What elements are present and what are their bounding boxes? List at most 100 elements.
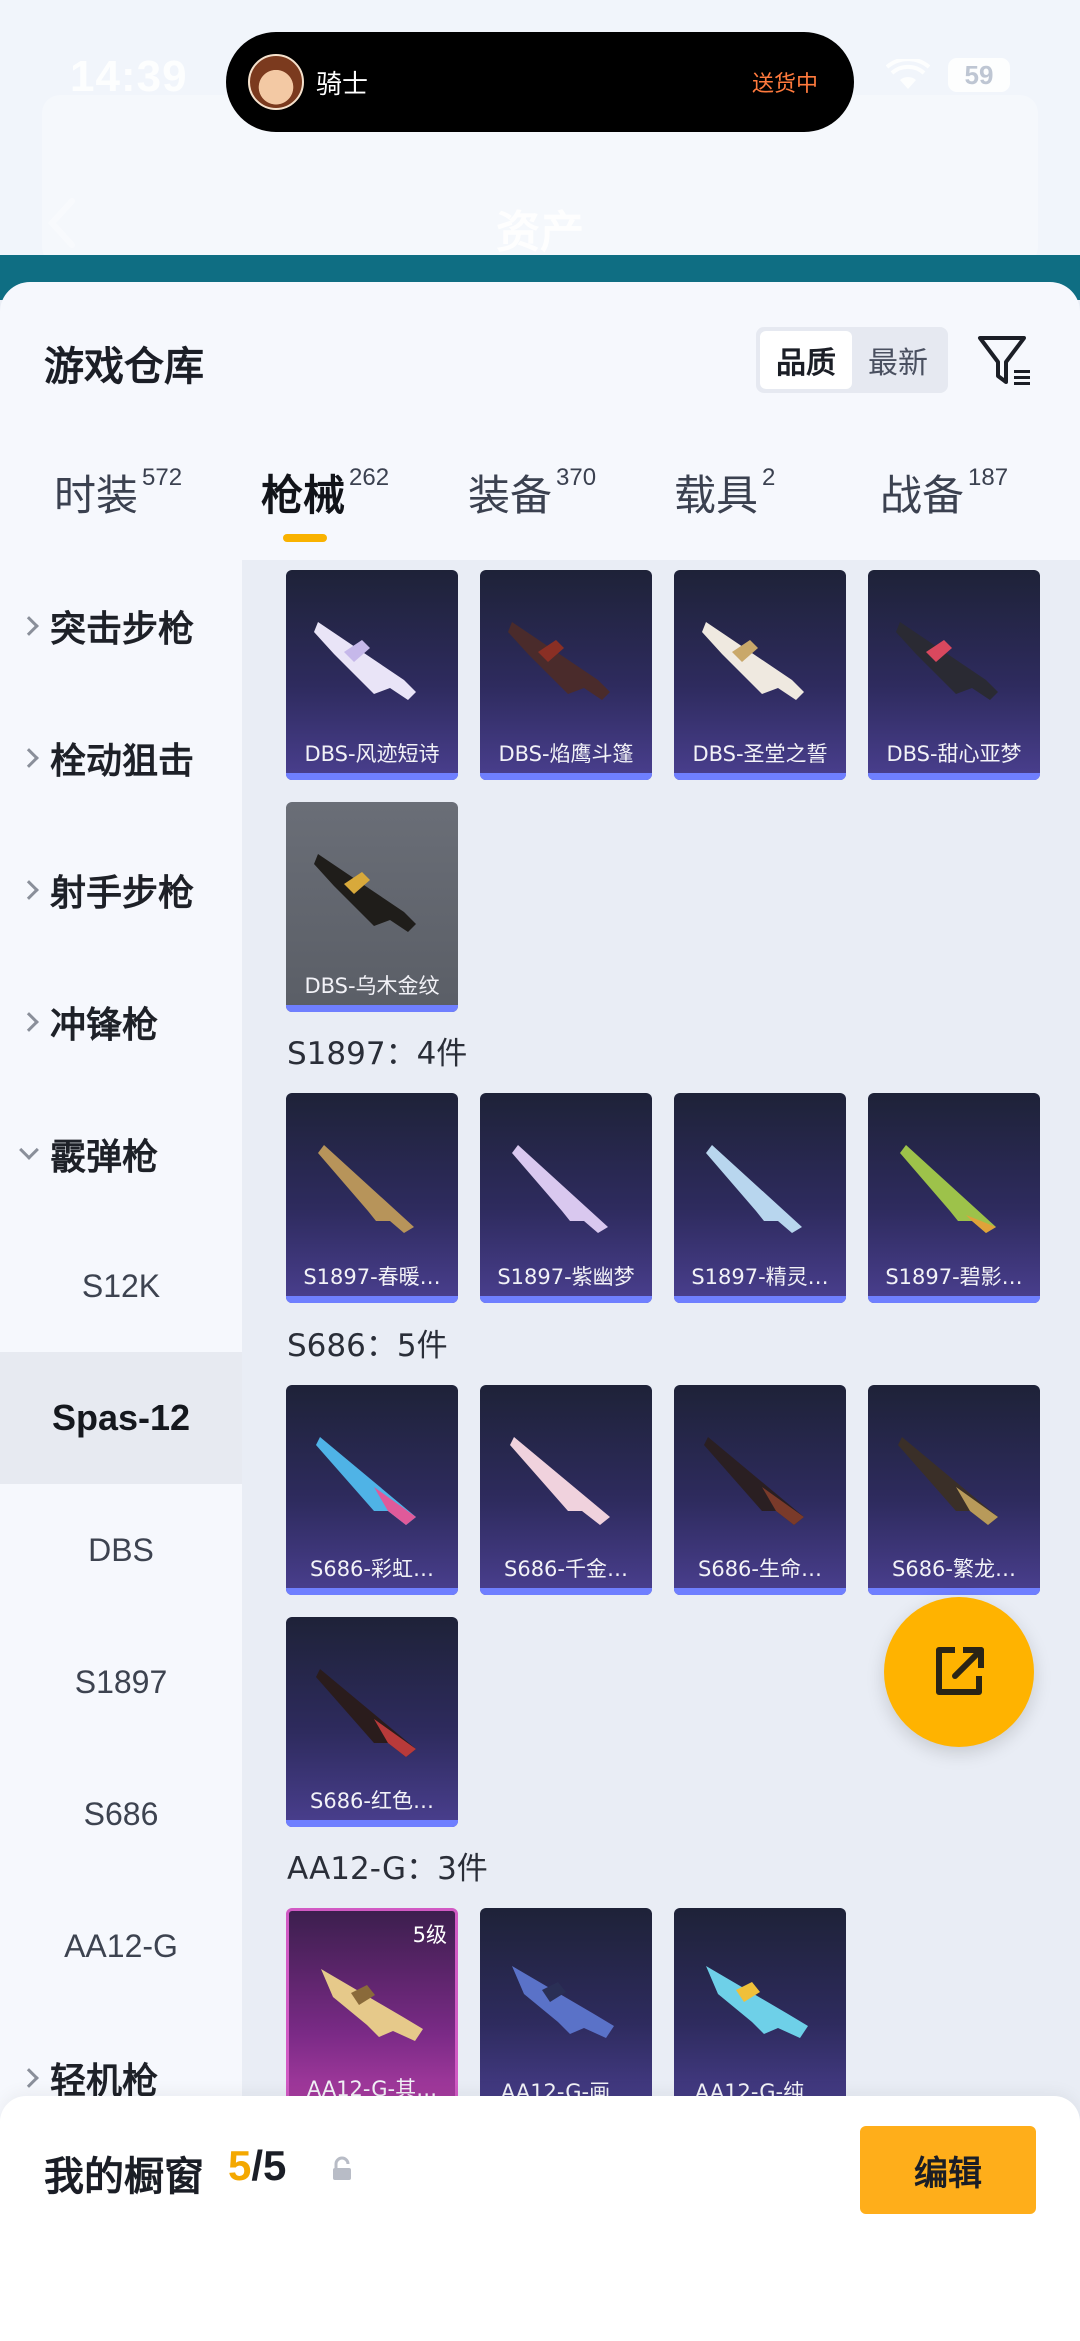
skin-name: S686-彩虹… xyxy=(310,1557,434,1581)
shotgun-icon xyxy=(900,1145,996,1233)
shotgun-icon xyxy=(706,1966,808,2038)
edit-button[interactable]: 编辑 xyxy=(860,2126,1036,2214)
tab-count: 572 xyxy=(142,464,183,491)
weapon-skin-card[interactable]: 5级 AA12-G-其… xyxy=(286,1908,458,2118)
shotgun-icon xyxy=(512,1966,614,2038)
weapon-skin-card[interactable]: DBS-圣堂之誓 xyxy=(674,570,846,780)
chevron-right-icon xyxy=(19,2068,39,2088)
subcategory-aa12g[interactable]: AA12-G xyxy=(0,1880,242,2012)
island-name: 骑士 xyxy=(316,69,369,100)
filter-icon[interactable] xyxy=(974,330,1034,390)
status-time: 14:39 xyxy=(70,52,188,101)
tab-supplies[interactable]: 战备 187 xyxy=(880,462,1008,523)
category-label: 霰弹枪 xyxy=(50,1137,159,1178)
tab-count: 187 xyxy=(968,464,1009,491)
weapon-skin-card[interactable]: S686-生命… xyxy=(674,1385,846,1595)
skin-name: DBS-圣堂之誓 xyxy=(692,742,828,766)
shotgun-icon xyxy=(702,622,804,700)
section-title-aa12g: AA12-G：3件 xyxy=(287,1851,488,1887)
active-tab-indicator xyxy=(283,534,327,542)
weapon-skin-card[interactable]: S1897-碧影… xyxy=(868,1093,1040,1303)
skin-name: S686-千金… xyxy=(504,1557,628,1581)
weapon-skin-card[interactable]: S686-繁龙… xyxy=(868,1385,1040,1595)
weapon-skin-card[interactable]: S1897-春暖… xyxy=(286,1093,458,1303)
skin-name: S686-红色… xyxy=(310,1789,434,1813)
chevron-right-icon xyxy=(19,748,39,768)
category-smg[interactable]: 冲锋枪 xyxy=(0,956,242,1088)
background-title: 资产 xyxy=(496,208,584,257)
tab-label: 战备 xyxy=(880,471,965,520)
subcategory-dbs[interactable]: DBS xyxy=(0,1484,242,1616)
weapon-skin-card[interactable]: DBS-乌木金纹 xyxy=(286,802,458,1012)
weapon-skin-card[interactable]: DBS-甜心亚梦 xyxy=(868,570,1040,780)
wifi-icon xyxy=(885,57,931,91)
shotgun-icon xyxy=(318,1145,414,1233)
category-marksman-rifle[interactable]: 射手步枪 xyxy=(0,824,242,956)
showcase-total: /5 xyxy=(251,2142,287,2189)
weapon-skin-card[interactable]: S686-彩虹… xyxy=(286,1385,458,1595)
subcategory-s1897[interactable]: S1897 xyxy=(0,1616,242,1748)
skin-name: DBS-焰鹰斗篷 xyxy=(498,742,634,766)
shotgun-icon xyxy=(316,1669,416,1757)
subcategory-spas12[interactable]: Spas-12 xyxy=(0,1352,242,1484)
category-label: 冲锋枪 xyxy=(50,1005,159,1046)
subcategory-s12k[interactable]: S12K xyxy=(0,1220,242,1352)
share-icon xyxy=(936,1647,984,1695)
category-label: 射手步枪 xyxy=(50,873,195,914)
tab-label: 载具 xyxy=(674,471,759,520)
island-status: 送货中 xyxy=(751,72,818,97)
avatar xyxy=(248,54,304,110)
shotgun-icon xyxy=(704,1437,804,1525)
status-icons: 59 xyxy=(885,57,1010,92)
weapon-skin-grid: DBS-风迹短诗 DBS-焰鹰斗篷 DBS-圣堂之誓 DBS-甜心亚梦 DBS-… xyxy=(242,560,1080,2341)
dynamic-island[interactable]: 骑士 送货中 xyxy=(226,32,854,132)
skin-name: S686-繁龙… xyxy=(892,1557,1016,1581)
category-label: 突击步枪 xyxy=(50,609,195,650)
tab-fashion[interactable]: 时装 572 xyxy=(54,462,182,523)
shotgun-icon xyxy=(314,854,416,932)
chevron-right-icon xyxy=(19,880,39,900)
sort-quality-option[interactable]: 品质 xyxy=(760,331,852,389)
weapon-skin-card[interactable]: S686-红色… xyxy=(286,1617,458,1827)
skin-name: DBS-甜心亚梦 xyxy=(886,742,1022,766)
shotgun-icon xyxy=(510,1437,610,1525)
tab-vehicles[interactable]: 载具 2 xyxy=(674,462,775,523)
weapon-skin-card[interactable]: AA12-G-画… xyxy=(480,1908,652,2118)
chevron-right-icon xyxy=(19,1012,39,1032)
tab-label: 时装 xyxy=(54,471,139,520)
tab-label: 枪械 xyxy=(261,471,346,520)
weapon-skin-card[interactable]: DBS-风迹短诗 xyxy=(286,570,458,780)
page-title: 游戏仓库 xyxy=(44,344,204,390)
shotgun-icon xyxy=(314,622,416,700)
weapon-skin-card[interactable]: S1897-紫幽梦 xyxy=(480,1093,652,1303)
weapon-skin-card[interactable]: AA12-G-纯… xyxy=(674,1908,846,2118)
category-tabs: 时装 572 枪械 262 装备 370 载具 2 战备 187 xyxy=(0,462,1080,542)
section-title-s1897: S1897：4件 xyxy=(287,1036,468,1072)
category-assault-rifle[interactable]: 突击步枪 xyxy=(0,560,242,692)
shotgun-icon xyxy=(706,1145,802,1233)
share-button[interactable] xyxy=(884,1597,1034,1747)
category-bolt-sniper[interactable]: 栓动狙击 xyxy=(0,692,242,824)
tab-count: 2 xyxy=(762,464,776,491)
tab-label: 装备 xyxy=(468,471,553,520)
shotgun-icon xyxy=(508,622,610,700)
weapon-skin-card[interactable]: S686-千金… xyxy=(480,1385,652,1595)
chevron-down-icon xyxy=(19,1140,39,1160)
showcase-count: 5/5 xyxy=(228,2142,286,2190)
weapon-skin-card[interactable]: S1897-精灵… xyxy=(674,1093,846,1303)
subcategory-s686[interactable]: S686 xyxy=(0,1748,242,1880)
skin-name: S686-生命… xyxy=(698,1557,822,1581)
category-shotgun[interactable]: 霰弹枪 xyxy=(0,1088,242,1220)
skin-name: DBS-风迹短诗 xyxy=(304,742,440,766)
lock-icon xyxy=(333,2156,351,2180)
skin-name: DBS-乌木金纹 xyxy=(304,974,440,998)
sort-newest-option[interactable]: 最新 xyxy=(852,331,944,389)
weapon-skin-card[interactable]: DBS-焰鹰斗篷 xyxy=(480,570,652,780)
tab-equipment[interactable]: 装备 370 xyxy=(468,462,596,523)
battery-icon: 59 xyxy=(948,58,1010,92)
tab-count: 370 xyxy=(556,464,597,491)
weapon-category-list: 突击步枪 栓动狙击 射手步枪 冲锋枪 霰弹枪 S12K Spas-12 DBS … xyxy=(0,560,242,2341)
tab-firearms[interactable]: 枪械 262 xyxy=(261,462,389,523)
sort-toggle: 品质 最新 xyxy=(756,327,948,393)
skin-name: S1897-春暖… xyxy=(303,1265,441,1289)
